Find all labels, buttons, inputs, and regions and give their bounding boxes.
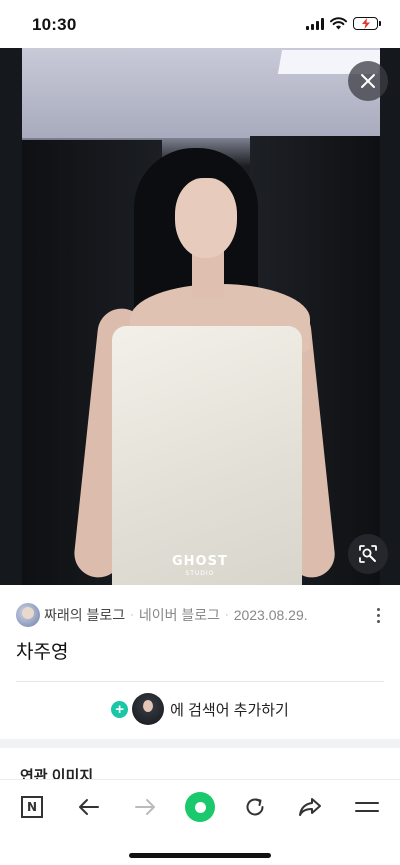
bottom-toolbar: N [0,779,400,865]
photo-watermark: GHOST STUDIO [172,554,228,580]
back-icon [79,799,99,815]
wifi-icon [330,17,347,30]
section-gap [0,739,400,748]
photo[interactable]: GHOST STUDIO [22,48,380,585]
close-icon [361,74,375,88]
refresh-button[interactable] [235,792,275,822]
close-button[interactable] [348,61,388,101]
share-icon [299,798,321,816]
add-search-term-button[interactable]: + 에 검색어 추가하기 [0,691,400,727]
image-viewer: GHOST STUDIO [0,48,400,585]
status-bar: 10:30 [0,0,400,48]
image-search-button[interactable] [348,534,388,574]
related-images-heading: 연관 이미지 [20,768,94,779]
naver-home-button[interactable]: N [12,792,52,822]
blog-avatar[interactable] [16,603,40,627]
forward-icon [135,799,155,815]
forward-button[interactable] [125,792,165,822]
source-site[interactable]: 네이버 블로그 [139,605,220,625]
plus-icon: + [111,700,129,718]
green-dot-icon [185,792,215,822]
home-indicator[interactable] [129,853,271,858]
green-dot-button[interactable] [180,792,220,822]
source-row: 짜래의 블로그 · 네이버 블로그 · 2023.08.29. [16,602,386,628]
n-home-icon: N [21,796,43,818]
more-options-icon[interactable] [370,604,386,626]
watermark-text: GHOST [172,554,228,569]
person-face [175,178,237,258]
status-time: 10:30 [32,15,77,34]
refresh-icon [246,798,264,816]
signal-icon [306,17,324,30]
menu-button[interactable] [347,792,387,822]
separator-dot: · [225,609,229,621]
image-title[interactable]: 차주영 [16,637,68,664]
person-thumbnail [132,693,165,725]
separator-dot: · [130,609,134,621]
image-search-icon [359,545,377,563]
menu-icon [355,802,379,812]
status-icons [306,17,381,30]
battery-charging-icon [353,17,381,30]
share-button[interactable] [290,792,330,822]
source-date: 2023.08.29. [233,607,308,623]
add-search-label: 에 검색어 추가하기 [170,701,289,719]
watermark-sub: STUDIO [185,570,215,577]
divider [16,681,384,682]
person-dress [112,326,302,585]
source-name[interactable]: 짜래의 블로그 [44,605,125,625]
back-button[interactable] [69,792,109,822]
